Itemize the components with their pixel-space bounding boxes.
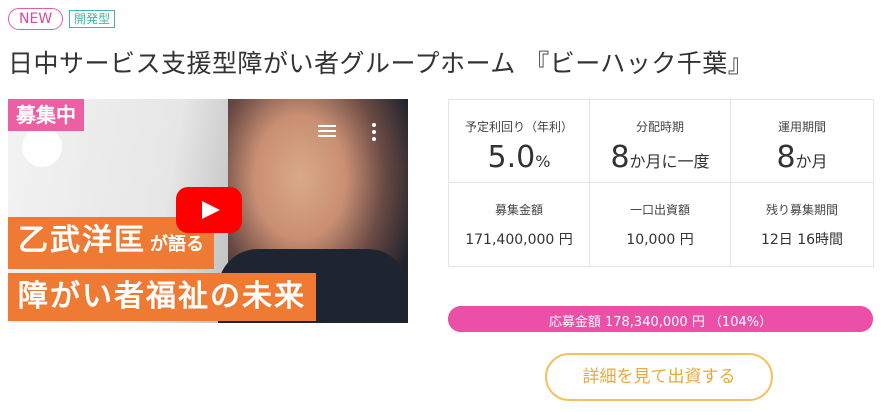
stat-value: 10,000 円 (626, 232, 694, 248)
stat-label: 分配時期 (635, 120, 684, 134)
stat-label: 募集金額 (494, 203, 543, 217)
view-details-invest-button[interactable]: 詳細を見て出資する (545, 353, 773, 401)
funding-progress-bar: 応募金額 178,340,000 円 （104%） (448, 306, 873, 332)
playlist-icon[interactable] (318, 125, 336, 139)
caption-verb-text: が語る (150, 234, 204, 255)
stat-unit-amount: 一口出資額 10,000 円 (590, 183, 731, 266)
play-button-icon[interactable] (176, 187, 242, 233)
stat-value: 8か月 (776, 140, 828, 175)
recruiting-label: 募集中 (8, 99, 84, 131)
stat-value: 171,400,000 円 (465, 232, 573, 248)
stat-target-amount: 募集金額 171,400,000 円 (449, 183, 590, 266)
stat-label: 運用期間 (777, 120, 826, 134)
channel-avatar-icon[interactable] (22, 127, 62, 167)
new-badge: NEW (8, 8, 64, 30)
stat-yield: 予定利回り（年利） 5.0% (449, 100, 590, 183)
stat-remaining-time: 残り募集期間 12日 16時間 (731, 183, 873, 266)
caption-name-text: 乙武洋匡 (18, 223, 146, 258)
stat-value: 5.0% (487, 140, 551, 175)
stats-grid: 予定利回り（年利） 5.0% 分配時期 8か月に一度 運用期間 8か月 募集金額… (448, 99, 874, 267)
type-badge: 開発型 (69, 10, 116, 28)
stat-label: 残り募集期間 (765, 203, 838, 217)
project-title[interactable]: 日中サービス支援型障がい者グループホーム 『ビーハック千葉』 (8, 44, 753, 80)
stat-value: 8か月に一度 (610, 140, 710, 175)
stat-value: 12日 16時間 (760, 232, 844, 248)
more-options-icon[interactable] (372, 123, 376, 144)
stat-period: 運用期間 8か月 (731, 100, 873, 183)
stat-label: 予定利回り（年利） (464, 120, 573, 134)
video-caption-topic: 障がい者福祉の未来 (8, 273, 316, 321)
badge-row: NEW 開発型 (8, 8, 116, 30)
stat-label: 一口出資額 (629, 203, 690, 217)
progress-text: 応募金額 178,340,000 円 （104%） (548, 315, 773, 330)
video-player[interactable]: 募集中 乙武洋匡 が語る 障がい者福祉の未来 (8, 99, 408, 323)
stat-distribution: 分配時期 8か月に一度 (590, 100, 731, 183)
